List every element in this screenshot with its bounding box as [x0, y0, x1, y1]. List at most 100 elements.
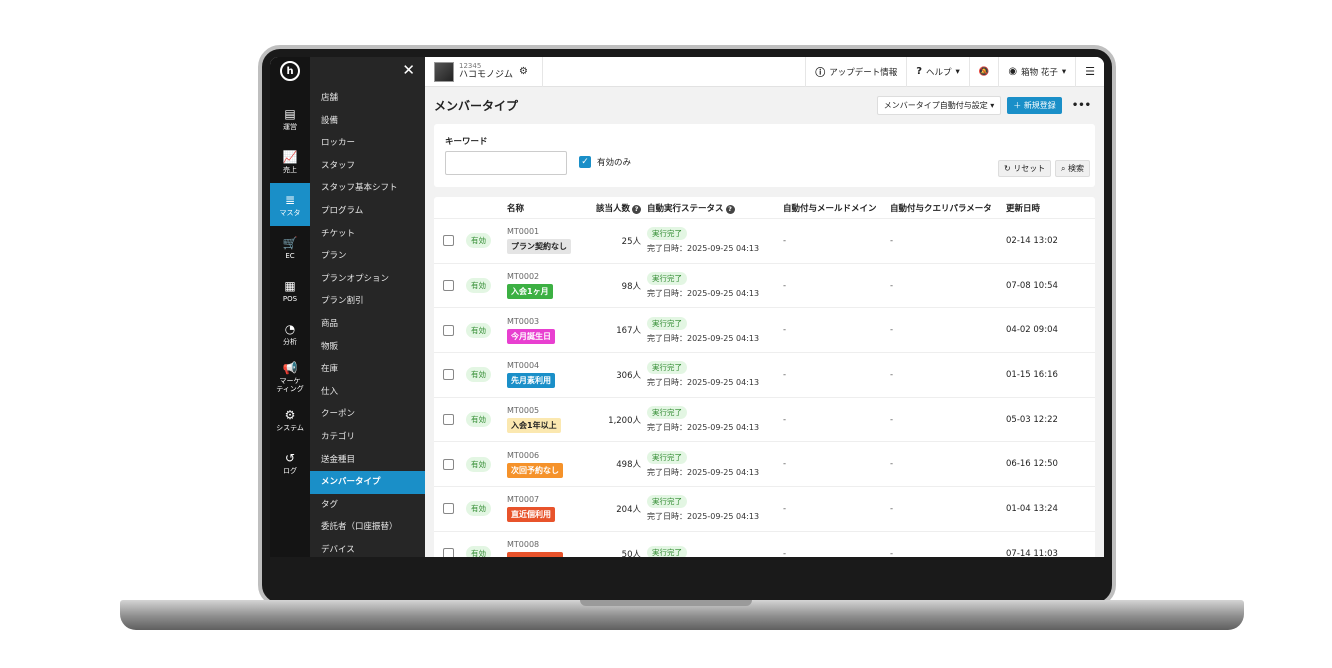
- row-checkbox[interactable]: [443, 414, 454, 426]
- help-icon[interactable]: ?: [725, 204, 735, 214]
- store-switcher[interactable]: 12345 ハコモノジム ⚙: [425, 57, 543, 87]
- table-row[interactable]: 有効 MT0001 プラン契約なし 25人 実行完了 完了日時：2025-09-…: [434, 219, 1095, 264]
- member-type-code[interactable]: MT0004: [507, 361, 592, 370]
- rail-item-5[interactable]: ◔ 分析: [270, 312, 310, 355]
- row-checkbox[interactable]: [443, 458, 454, 470]
- auto-assign-settings-button[interactable]: メンバータイプ自動付与設定 ▾: [876, 95, 1002, 115]
- menu-item[interactable]: 物販: [310, 336, 425, 359]
- table-row[interactable]: 有効 MT0003 今月誕生日 167人 実行完了 完了日時：2025-09-2…: [434, 308, 1095, 354]
- row-checkbox[interactable]: [443, 548, 454, 557]
- menu-item[interactable]: カテゴリ: [310, 426, 425, 449]
- menu-item[interactable]: スタッフ: [310, 155, 425, 178]
- menu-item[interactable]: タグ: [310, 494, 425, 517]
- menu-item[interactable]: クーポン: [310, 403, 425, 426]
- rail-item-4[interactable]: ▦ POS: [270, 269, 310, 312]
- menu-item[interactable]: 商品: [310, 313, 425, 336]
- rail-item-1[interactable]: 📈 売上: [270, 140, 310, 183]
- new-registration-button[interactable]: ＋ 新規登録: [1007, 96, 1062, 114]
- user-menu[interactable]: ◉ 箱物 花子 ▾: [998, 57, 1075, 87]
- member-type-code[interactable]: MT0007: [507, 495, 592, 504]
- rail-item-7[interactable]: ⚙ システム: [270, 398, 310, 441]
- header-name[interactable]: 名称: [507, 202, 592, 214]
- table-row[interactable]: 有効 MT0002 入会1ヶ月 98人 実行完了 完了日時：2025-09-25…: [434, 264, 1095, 309]
- menu-item[interactable]: スタッフ基本シフト: [310, 177, 425, 200]
- menu-item[interactable]: プランオプション: [310, 268, 425, 291]
- row-checkbox[interactable]: [443, 280, 454, 292]
- table-row[interactable]: 有効 MT0006 次回予約なし 498人 実行完了 完了日時：2025-09-…: [434, 442, 1095, 488]
- member-type-code[interactable]: MT0001: [507, 227, 592, 236]
- gear-icon[interactable]: ⚙: [519, 66, 528, 77]
- store-id: 12345: [459, 62, 482, 70]
- update-info-link[interactable]: ⓘ アップデート情報: [805, 57, 906, 87]
- close-icon[interactable]: ✕: [310, 57, 425, 87]
- menu-item[interactable]: プラン: [310, 245, 425, 268]
- table-row[interactable]: 有効 MT0005 入会1年以上 1,200人 実行完了 完了日時：2025-0…: [434, 398, 1095, 443]
- rail-label: 分析: [283, 337, 297, 346]
- table-row[interactable]: 有効 MT0007 直近個利用 204人 実行完了 完了日時：2025-09-2…: [434, 487, 1095, 532]
- row-checkbox[interactable]: [443, 369, 454, 381]
- header-mail-domain[interactable]: 自動付与メールドメイン: [783, 202, 890, 214]
- table-row[interactable]: 有効 MT0004 先月素利用 306人 実行完了 完了日時：2025-09-2…: [434, 353, 1095, 398]
- hamburger-menu-button[interactable]: ☰: [1075, 57, 1104, 87]
- member-type-code[interactable]: MT0008: [507, 540, 592, 549]
- notifications-off-button[interactable]: 🔕: [968, 57, 999, 87]
- menu-item[interactable]: 設備: [310, 110, 425, 133]
- menu-item[interactable]: 仕入: [310, 381, 425, 404]
- gear-icon: ⚙: [284, 407, 296, 422]
- row-checkbox[interactable]: [443, 503, 454, 515]
- keyword-label: キーワード: [445, 137, 488, 147]
- header-status[interactable]: 自動実行ステータス?: [647, 202, 783, 214]
- logo-icon[interactable]: h: [280, 61, 300, 81]
- header-count[interactable]: 該当人数?: [592, 202, 647, 214]
- member-type-code[interactable]: MT0002: [507, 272, 592, 281]
- chart-icon: 📈: [282, 149, 298, 164]
- chevron-down-icon: ▾: [955, 66, 960, 77]
- rail-item-8[interactable]: ↺ ログ: [270, 441, 310, 484]
- row-checkbox[interactable]: [443, 235, 454, 247]
- menu-item[interactable]: 委託者（口座振替）: [310, 516, 425, 539]
- search-button[interactable]: ⌕ 検索: [1055, 160, 1091, 177]
- member-type-code[interactable]: MT0006: [507, 451, 592, 460]
- more-options-button[interactable]: •••: [1068, 100, 1095, 111]
- query-param: -: [890, 325, 894, 336]
- member-type-code[interactable]: MT0005: [507, 406, 592, 415]
- member-type-code[interactable]: MT0003: [507, 317, 592, 326]
- rail-label: ログ: [283, 466, 297, 475]
- hamburger-icon: ☰: [1085, 65, 1095, 78]
- rail-label: 売上: [283, 165, 297, 174]
- menu-item[interactable]: 送金種目: [310, 449, 425, 472]
- status-badge: 実行完了: [647, 495, 687, 509]
- rail-item-6[interactable]: 📢 マーケ ティング: [270, 355, 310, 398]
- reset-button[interactable]: ↻ リセット: [998, 160, 1052, 177]
- menu-item[interactable]: メンバータイプ: [310, 471, 425, 494]
- menu-item[interactable]: プラン割引: [310, 290, 425, 313]
- bell-slash-icon: 🔕: [978, 66, 990, 77]
- menu-item[interactable]: 在庫: [310, 358, 425, 381]
- rail-item-3[interactable]: 🛒 EC: [270, 226, 310, 269]
- rail-item-2[interactable]: ≣ マスタ: [270, 183, 310, 226]
- header-query-param[interactable]: 自動付与クエリパラメータ: [890, 202, 1006, 214]
- mail-domain: -: [783, 503, 787, 514]
- menu-item[interactable]: チケット: [310, 223, 425, 246]
- menu-item[interactable]: デバイス: [310, 539, 425, 557]
- search-icon: ⌕: [1061, 164, 1066, 173]
- table-row[interactable]: 有効 MT0008 50人 実行完了 - - 07-14 11:03: [434, 532, 1095, 557]
- laptop-notch: [580, 600, 752, 606]
- menu-item[interactable]: 店舗: [310, 87, 425, 110]
- query-param: -: [890, 459, 894, 470]
- rail-item-0[interactable]: ▤ 運営: [270, 97, 310, 140]
- updated-at: 04-02 09:04: [1006, 325, 1058, 336]
- member-type-tag: 入会1ヶ月: [507, 284, 553, 300]
- updated-at: 01-15 16:16: [1006, 369, 1058, 380]
- menu-item[interactable]: プログラム: [310, 200, 425, 223]
- keyword-input[interactable]: [445, 151, 567, 175]
- row-checkbox[interactable]: [443, 324, 454, 336]
- active-only-checkbox[interactable]: ✓ 有効のみ: [579, 156, 631, 168]
- help-menu[interactable]: ? ヘルプ ▾: [906, 57, 969, 87]
- help-icon[interactable]: ?: [632, 204, 641, 214]
- page-title: メンバータイプ: [434, 98, 519, 113]
- status-badge: 実行完了: [647, 227, 687, 241]
- menu-item[interactable]: ロッカー: [310, 132, 425, 155]
- member-count: 306人: [616, 370, 641, 381]
- header-updated[interactable]: 更新日時: [1006, 202, 1095, 214]
